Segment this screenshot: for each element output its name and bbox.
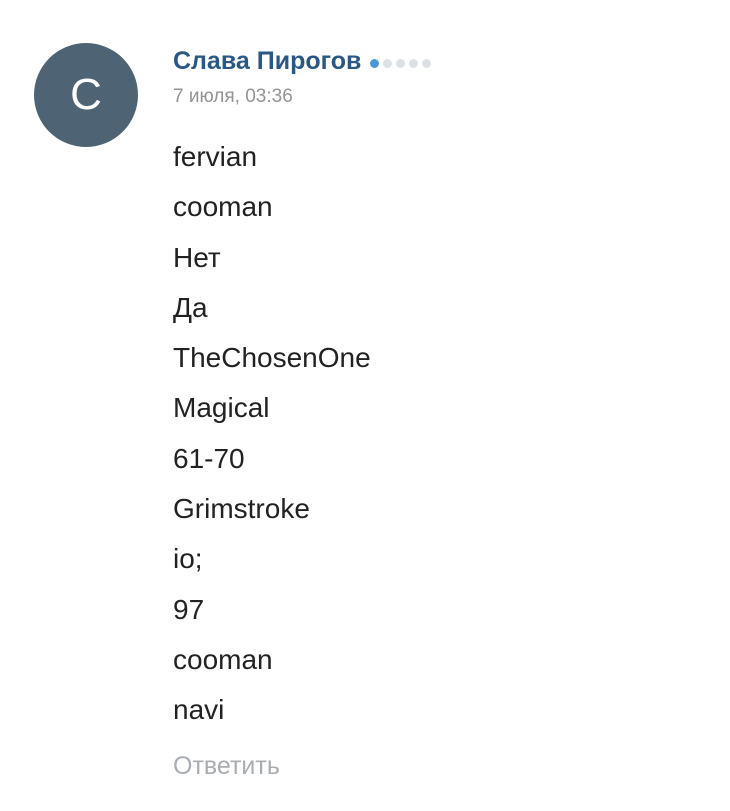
comment-line: 97 <box>173 593 205 625</box>
reply-link[interactable]: Ответить <box>173 752 280 781</box>
comment-line: Grimstroke <box>173 493 310 525</box>
avatar-letter: С <box>70 70 102 119</box>
comment-line: cooman <box>173 191 273 223</box>
comment-line: fervian <box>173 141 258 172</box>
author-row: Слава Пирогов <box>173 44 435 78</box>
comment-text: fervian cooman Нет Да TheChosenOne Magic… <box>173 135 371 739</box>
rating-dot-empty <box>396 58 406 68</box>
comment-line: TheChosenOne <box>173 342 371 374</box>
rating-dots <box>370 58 435 68</box>
comment-line: 61-70 <box>173 442 245 474</box>
author-name-link[interactable]: Слава Пирогов <box>173 47 361 76</box>
comment-line: navi <box>173 694 225 726</box>
rating-dot-empty <box>422 58 432 68</box>
comment-line: Magical <box>173 392 270 424</box>
avatar[interactable]: С <box>34 43 138 147</box>
rating-dot-empty <box>409 58 419 68</box>
comment-line: io; <box>173 543 203 575</box>
comment-post: С Слава Пирогов 7 июля, 03:36 fervian co… <box>0 0 730 811</box>
comment-line: Да <box>173 291 208 323</box>
rating-dot-empty <box>383 58 393 68</box>
comment-line: cooman <box>173 643 273 675</box>
comment-date[interactable]: 7 июля, 03:36 <box>173 86 293 108</box>
rating-dot-filled <box>370 58 380 68</box>
comment-line: Нет <box>173 241 221 273</box>
